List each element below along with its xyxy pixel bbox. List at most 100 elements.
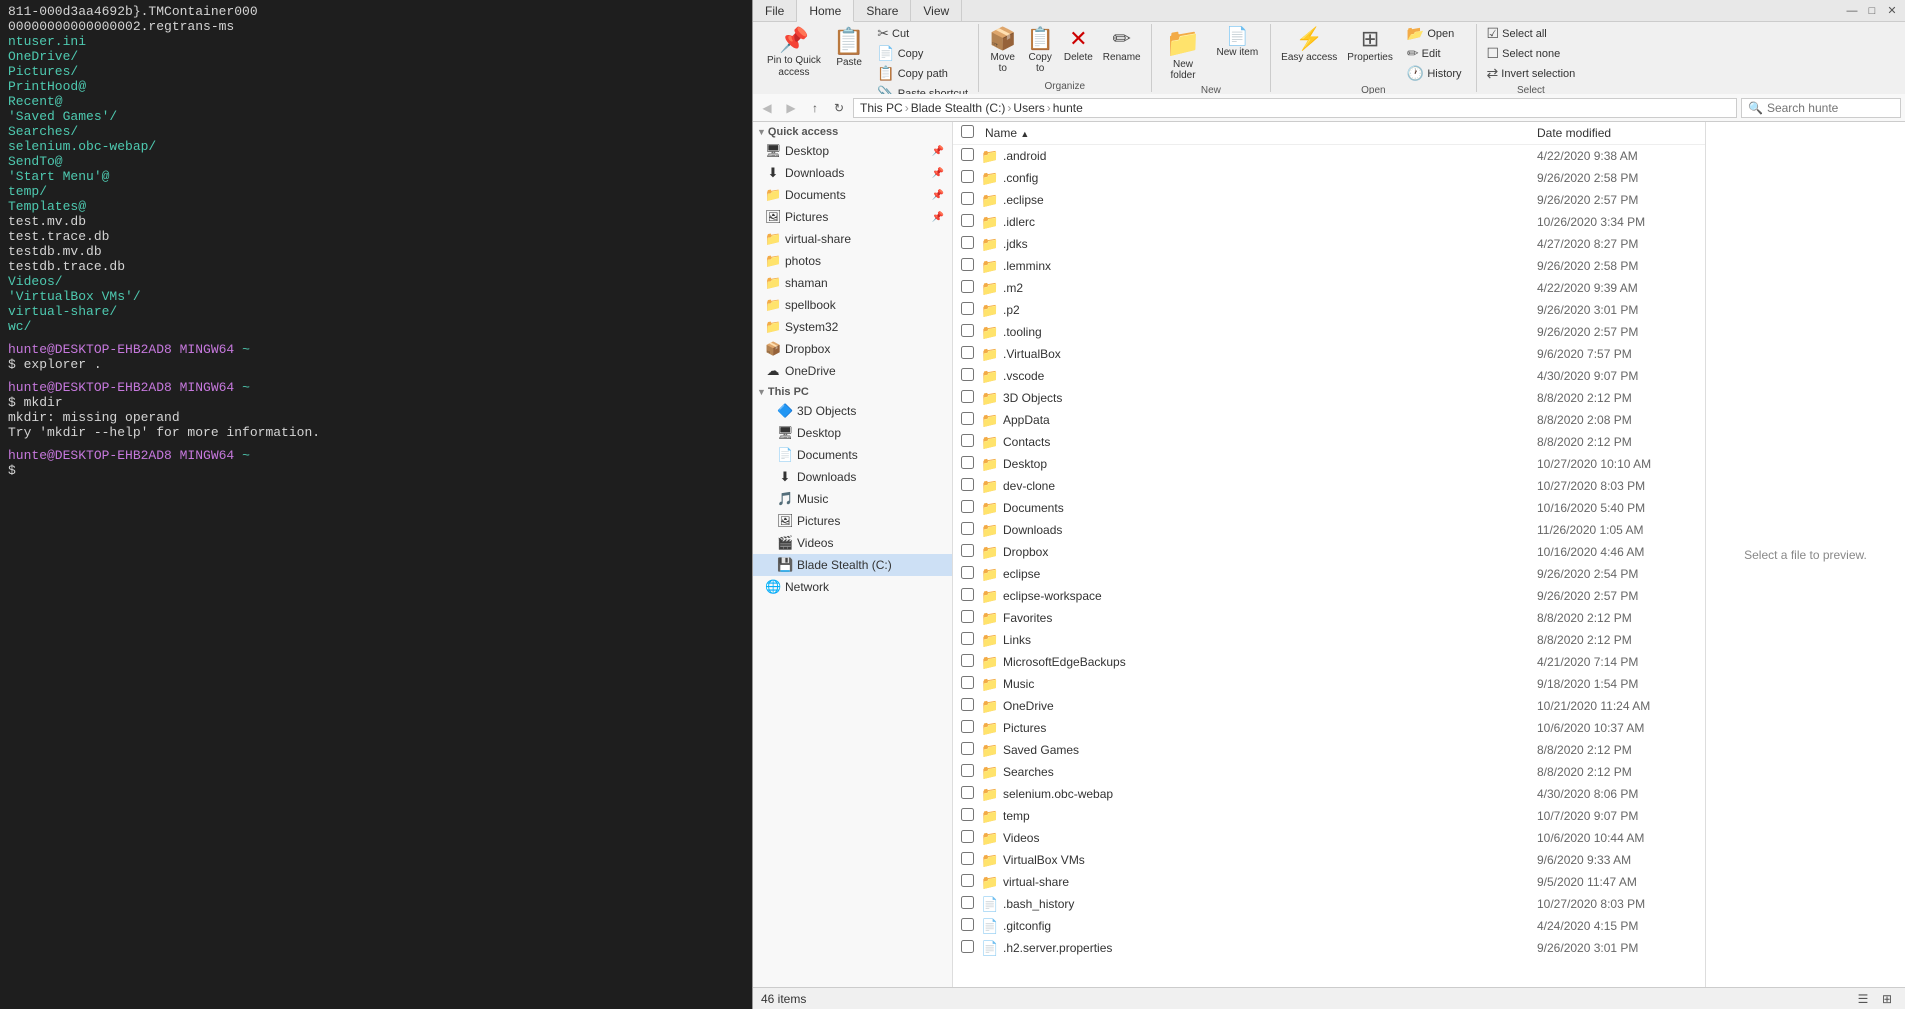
nav-item-documents[interactable]: 📁 Documents 📌	[753, 184, 952, 206]
row-checkbox[interactable]	[961, 940, 981, 956]
row-checkbox[interactable]	[961, 302, 981, 318]
close-button[interactable]: ✕	[1883, 2, 1901, 20]
row-checkbox[interactable]	[961, 478, 981, 494]
row-checkbox[interactable]	[961, 170, 981, 186]
row-checkbox[interactable]	[961, 830, 981, 846]
delete-button[interactable]: ✕ Delete	[1060, 24, 1097, 65]
pin-button[interactable]: 📌 Pin to Quickaccess	[763, 24, 825, 81]
row-checkbox[interactable]	[961, 544, 981, 560]
tab-share[interactable]: Share	[854, 0, 911, 21]
quick-access-header[interactable]: ▼ Quick access	[753, 122, 952, 140]
row-checkbox[interactable]	[961, 324, 981, 340]
nav-item-photos[interactable]: 📁 photos	[753, 250, 952, 272]
rename-button[interactable]: ✏ Rename	[1099, 24, 1145, 65]
tab-home[interactable]: Home	[797, 0, 854, 22]
address-path[interactable]: This PC › Blade Stealth (C:) › Users › h…	[853, 98, 1737, 118]
file-row[interactable]: 📁 .android 4/22/2020 9:38 AM	[953, 145, 1705, 167]
select-all-button[interactable]: ☑ Select all	[1483, 24, 1580, 43]
select-all-checkbox[interactable]	[961, 125, 974, 138]
row-checkbox[interactable]	[961, 808, 981, 824]
file-row[interactable]: 📁 Dropbox 10/16/2020 4:46 AM	[953, 541, 1705, 563]
cut-button[interactable]: ✂ Cut	[873, 24, 972, 43]
nav-item-onedrive[interactable]: ☁ OneDrive	[753, 360, 952, 382]
row-checkbox[interactable]	[961, 852, 981, 868]
header-checkbox[interactable]	[961, 125, 981, 141]
path-users[interactable]: Users	[1013, 101, 1044, 115]
nav-item-desktop[interactable]: 🖥 Desktop 📌	[753, 140, 952, 162]
copy-to-button[interactable]: 📋 Copyto	[1022, 24, 1057, 76]
open-button[interactable]: 📂 Open	[1403, 24, 1466, 43]
nav-item-music[interactable]: 🎵 Music	[753, 488, 952, 510]
row-checkbox[interactable]	[961, 764, 981, 780]
row-checkbox[interactable]	[961, 148, 981, 164]
file-row[interactable]: 📁 Music 9/18/2020 1:54 PM	[953, 673, 1705, 695]
history-button[interactable]: 🕐 History	[1403, 64, 1466, 83]
details-view-button[interactable]: ☰	[1853, 989, 1873, 1009]
row-checkbox[interactable]	[961, 390, 981, 406]
file-row[interactable]: 📁 temp 10/7/2020 9:07 PM	[953, 805, 1705, 827]
file-row[interactable]: 📁 selenium.obc-webap 4/30/2020 8:06 PM	[953, 783, 1705, 805]
path-this-pc[interactable]: This PC	[860, 101, 903, 115]
nav-item-network[interactable]: 🌐 Network	[753, 576, 952, 598]
file-row[interactable]: 📁 Documents 10/16/2020 5:40 PM	[953, 497, 1705, 519]
nav-item-dropbox[interactable]: 📦 Dropbox	[753, 338, 952, 360]
nav-item-shaman[interactable]: 📁 shaman	[753, 272, 952, 294]
row-checkbox[interactable]	[961, 434, 981, 450]
file-row[interactable]: 📁 .idlerc 10/26/2020 3:34 PM	[953, 211, 1705, 233]
nav-item-blade[interactable]: 💾 Blade Stealth (C:)	[753, 554, 952, 576]
paste-button[interactable]: 📋 Paste	[827, 24, 871, 70]
row-checkbox[interactable]	[961, 720, 981, 736]
file-row[interactable]: 📁 .jdks 4/27/2020 8:27 PM	[953, 233, 1705, 255]
nav-item-virtual-share[interactable]: 📁 virtual-share	[753, 228, 952, 250]
file-row[interactable]: 📁 3D Objects 8/8/2020 2:12 PM	[953, 387, 1705, 409]
file-row[interactable]: 📄 .h2.server.properties 9/26/2020 3:01 P…	[953, 937, 1705, 959]
file-row[interactable]: 📁 dev-clone 10/27/2020 8:03 PM	[953, 475, 1705, 497]
file-row[interactable]: 📁 eclipse-workspace 9/26/2020 2:57 PM	[953, 585, 1705, 607]
nav-item-desktop-pc[interactable]: 🖥 Desktop	[753, 422, 952, 444]
file-row[interactable]: 📁 AppData 8/8/2020 2:08 PM	[953, 409, 1705, 431]
easy-access-button[interactable]: ⚡ Easy access	[1277, 24, 1341, 65]
file-row[interactable]: 📁 .eclipse 9/26/2020 2:57 PM	[953, 189, 1705, 211]
nav-item-pictures-pc[interactable]: 🖼 Pictures	[753, 510, 952, 532]
row-checkbox[interactable]	[961, 522, 981, 538]
copy-path-button[interactable]: 📋 Copy path	[873, 64, 972, 83]
file-row[interactable]: 📁 OneDrive 10/21/2020 11:24 AM	[953, 695, 1705, 717]
new-item-button[interactable]: 📄 New item	[1210, 24, 1264, 60]
row-checkbox[interactable]	[961, 412, 981, 428]
tiles-view-button[interactable]: ⊞	[1877, 989, 1897, 1009]
row-checkbox[interactable]	[961, 258, 981, 274]
row-checkbox[interactable]	[961, 456, 981, 472]
search-input[interactable]	[1767, 101, 1877, 115]
row-checkbox[interactable]	[961, 632, 981, 648]
file-row[interactable]: 📁 Searches 8/8/2020 2:12 PM	[953, 761, 1705, 783]
row-checkbox[interactable]	[961, 896, 981, 912]
row-checkbox[interactable]	[961, 566, 981, 582]
move-to-button[interactable]: 📦 Moveto	[985, 24, 1020, 76]
tab-view[interactable]: View	[911, 0, 962, 21]
copy-button[interactable]: 📄 Copy	[873, 44, 972, 63]
minimize-button[interactable]: —	[1843, 2, 1861, 20]
new-folder-button[interactable]: 📁 Newfolder	[1158, 24, 1209, 83]
row-checkbox[interactable]	[961, 214, 981, 230]
nav-item-system32[interactable]: 📁 System32	[753, 316, 952, 338]
file-row[interactable]: 📁 Favorites 8/8/2020 2:12 PM	[953, 607, 1705, 629]
file-row[interactable]: 📁 Contacts 8/8/2020 2:12 PM	[953, 431, 1705, 453]
file-row[interactable]: 📁 MicrosoftEdgeBackups 4/21/2020 7:14 PM	[953, 651, 1705, 673]
row-checkbox[interactable]	[961, 874, 981, 890]
file-row[interactable]: 📁 .config 9/26/2020 2:58 PM	[953, 167, 1705, 189]
select-none-button[interactable]: ☐ Select none	[1483, 44, 1580, 63]
row-checkbox[interactable]	[961, 786, 981, 802]
file-row[interactable]: 📁 Desktop 10/27/2020 10:10 AM	[953, 453, 1705, 475]
file-row[interactable]: 📁 Videos 10/6/2020 10:44 AM	[953, 827, 1705, 849]
path-hunte[interactable]: hunte	[1053, 101, 1083, 115]
nav-item-downloads-pc[interactable]: ⬇ Downloads	[753, 466, 952, 488]
invert-selection-button[interactable]: ⇄ Invert selection	[1483, 64, 1580, 83]
nav-item-pictures[interactable]: 🖼 Pictures 📌	[753, 206, 952, 228]
row-checkbox[interactable]	[961, 280, 981, 296]
row-checkbox[interactable]	[961, 346, 981, 362]
nav-item-spellbook[interactable]: 📁 spellbook	[753, 294, 952, 316]
file-row[interactable]: 📁 eclipse 9/26/2020 2:54 PM	[953, 563, 1705, 585]
file-row[interactable]: 📁 Saved Games 8/8/2020 2:12 PM	[953, 739, 1705, 761]
file-row[interactable]: 📁 .tooling 9/26/2020 2:57 PM	[953, 321, 1705, 343]
refresh-button[interactable]: ↻	[829, 98, 849, 118]
